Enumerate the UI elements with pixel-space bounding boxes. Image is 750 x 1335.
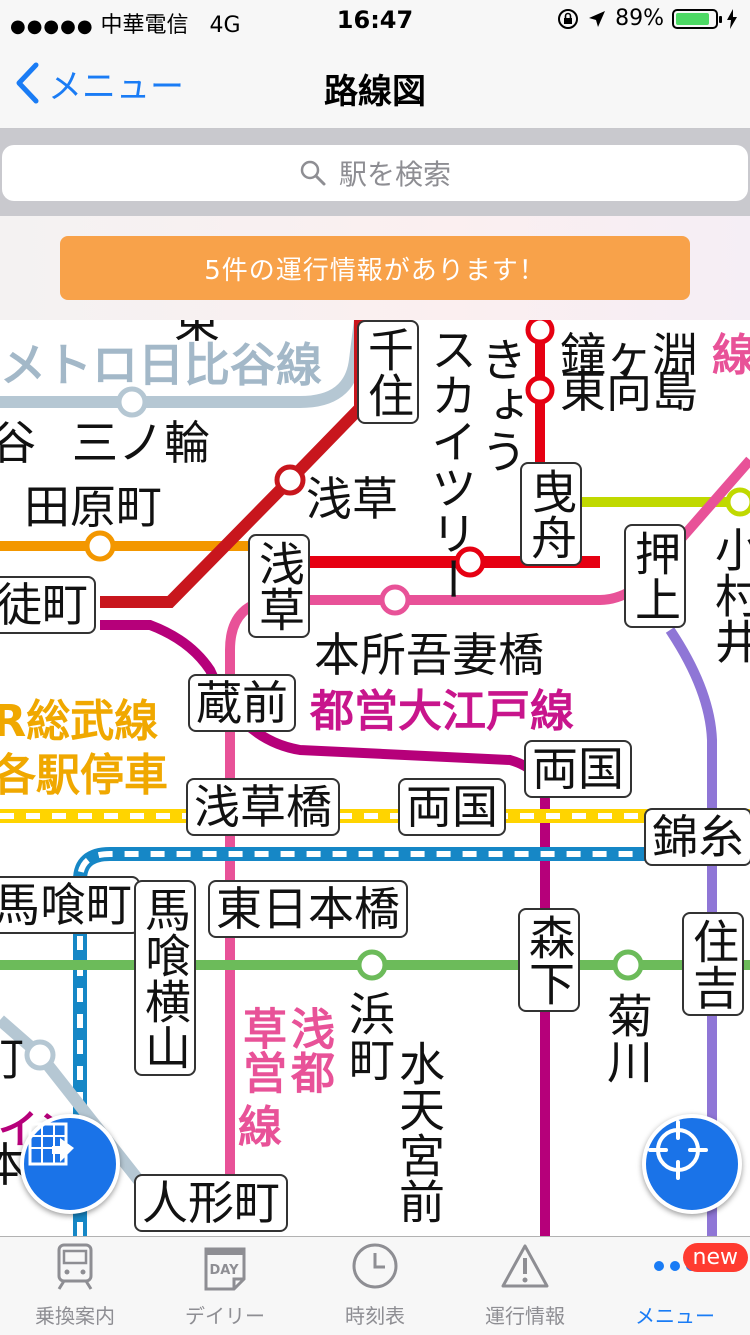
station-bakurocho[interactable]: 馬喰町: [0, 876, 140, 934]
day-icon-text: DAY: [209, 1263, 239, 1278]
oedo-line-label: 都営大江戸線: [310, 686, 574, 737]
search-placeholder: 駅を検索: [338, 158, 451, 191]
location-arrow-icon: [589, 10, 606, 27]
route-map-icon: [28, 1122, 74, 1166]
station-tani[interactable]: 谷: [0, 420, 36, 466]
station-tawaramachi[interactable]: 田原町: [24, 484, 162, 530]
station-hikifune[interactable]: 曳舟: [520, 462, 582, 566]
right-line-label: 線: [712, 330, 750, 381]
station-sumiyoshi[interactable]: 住吉: [682, 912, 744, 1016]
service-info-alert-button[interactable]: 5件の運行情報があります！: [60, 236, 690, 300]
station-ningyocho[interactable]: 人形町: [134, 1174, 288, 1232]
station-ryogoku-jr[interactable]: 両国: [398, 778, 506, 836]
clock-icon: [352, 1243, 398, 1289]
day-calendar-icon: DAY: [204, 1247, 246, 1291]
route-map-switch-button[interactable]: [20, 1114, 120, 1214]
station-bakuro-yokoyama[interactable]: 馬喰横山: [134, 880, 196, 1076]
current-location-button[interactable]: [642, 1114, 742, 1214]
status-right: 89%: [557, 6, 738, 31]
tab-service-info[interactable]: 運行情報: [450, 1237, 600, 1335]
alert-banner: 5件の運行情報があります！: [0, 216, 750, 320]
tab-menu-label: メニュー: [635, 1304, 715, 1328]
station-fragment-left-1[interactable]: 町: [0, 1036, 24, 1082]
navigation-bar: メニュー 路線図: [0, 40, 750, 129]
station-morishita[interactable]: 森下: [518, 908, 580, 1012]
station-oshiage[interactable]: 押上: [624, 524, 686, 628]
station-higashi-nihombashi[interactable]: 東日本橋: [208, 880, 408, 938]
station-search-input[interactable]: 駅を検索: [2, 145, 748, 201]
locate-icon: [648, 1120, 708, 1180]
tab-timetable[interactable]: 時刻表: [300, 1237, 450, 1335]
tab-daily[interactable]: DAY デイリー: [150, 1237, 300, 1335]
route-map[interactable]: メトロ日比谷線 JR総武線 各駅停車 都営大江戸線 浅都 草営 線 線 谷 三ノ…: [0, 320, 750, 1236]
tab-timetable-label: 時刻表: [345, 1304, 405, 1328]
tab-transfer-label: 乗換案内: [35, 1304, 115, 1328]
station-hamacho[interactable]: 浜町: [342, 990, 396, 1082]
sobu-local-label: 各駅停車: [0, 750, 168, 801]
warning-icon: [501, 1244, 549, 1288]
station-honjo-azumabashi[interactable]: 本所吾妻橋: [314, 632, 544, 678]
search-icon: [300, 160, 326, 186]
station-suitengumae[interactable]: 水天宮前: [392, 1040, 446, 1224]
station-asakusabashi[interactable]: 浅草橋: [186, 778, 340, 836]
station-fragment-top[interactable]: 東: [174, 320, 220, 344]
sobu-line-label: JR総武線: [0, 696, 159, 747]
battery-percent: 89%: [615, 6, 664, 31]
station-omurai[interactable]: 小村井: [708, 526, 750, 664]
asakusa-line-label-c: 線: [238, 1102, 282, 1153]
battery-icon: [672, 8, 722, 29]
station-minowa[interactable]: 三ノ輪: [72, 420, 210, 466]
station-asakusa-label[interactable]: 浅草: [306, 476, 398, 522]
station-kitasenju[interactable]: 千住: [357, 320, 419, 424]
charging-icon: [727, 8, 737, 29]
station-ryogoku-oedo[interactable]: 両国: [524, 740, 632, 798]
tab-daily-label: デイリー: [185, 1304, 265, 1328]
hibiya-line-label: メトロ日比谷線: [0, 338, 322, 392]
station-kikukawa[interactable]: 菊川: [600, 992, 654, 1084]
station-kinshicho[interactable]: 錦糸: [644, 808, 750, 866]
tab-bar: 乗換案内 DAY デイリー 時刻表 運行情報 メニュー new: [0, 1236, 750, 1335]
asakusa-line-label-a: 浅都: [283, 1006, 334, 1094]
search-bar: 駅を検索: [0, 129, 750, 216]
tab-menu[interactable]: メニュー new: [600, 1237, 750, 1335]
tab-transfer[interactable]: 乗換案内: [0, 1237, 150, 1335]
station-hikifune-kyo[interactable]: きょう: [474, 336, 528, 474]
station-skytree[interactable]: スカイツリー: [424, 326, 478, 602]
page-title: 路線図: [324, 72, 426, 112]
train-icon: [57, 1243, 93, 1290]
asakusa-line-label-b: 草営: [235, 1006, 286, 1094]
station-kuramae[interactable]: 蔵前: [188, 674, 296, 732]
station-asakusa[interactable]: 浅草: [248, 534, 310, 638]
new-badge: new: [682, 1243, 748, 1272]
status-bar: ●●●●● 中華電信 4G 16:47 89%: [0, 0, 750, 40]
station-higashimukojima[interactable]: 東向島: [560, 368, 698, 414]
rotation-lock-icon: [558, 8, 579, 29]
station-inaricho[interactable]: 徒町: [0, 576, 96, 634]
tab-service-info-label: 運行情報: [485, 1304, 565, 1328]
battery-fill: [676, 12, 710, 25]
